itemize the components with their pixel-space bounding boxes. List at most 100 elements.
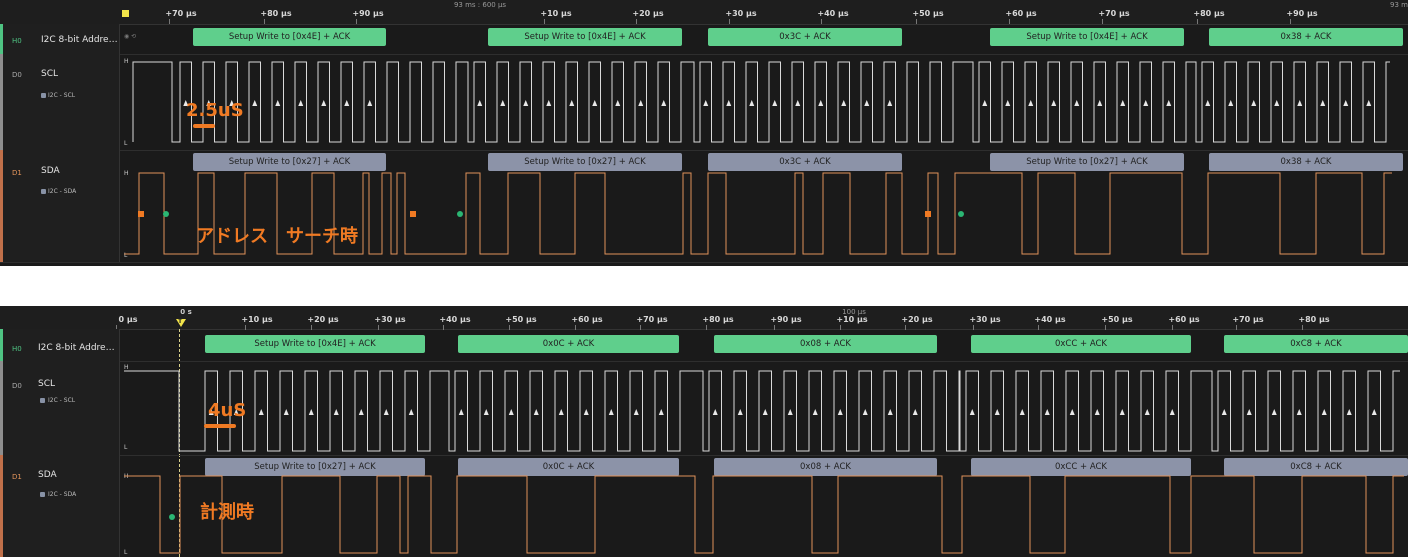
- sample-arrow-icon: [772, 100, 778, 106]
- sample-arrow-icon: [638, 100, 644, 106]
- decoded-frame-box[interactable]: 0x3C + ACK: [708, 28, 902, 46]
- channel-name: I2C 8-bit Addre…: [41, 35, 118, 45]
- sample-arrow-icon: [1366, 100, 1372, 106]
- tick-label: +20 µs: [901, 315, 933, 324]
- sample-arrow-icon: [523, 100, 529, 106]
- sample-arrow-icon: [787, 409, 793, 415]
- tick-label: 0 µs: [118, 315, 138, 324]
- sample-arrow-icon: [1144, 409, 1150, 415]
- scl-trace: [124, 370, 1400, 452]
- sample-arrow-icon: [1069, 409, 1075, 415]
- sample-arrow-icon: [1166, 100, 1172, 106]
- channel-label-h0[interactable]: H0 I2C 8-bit Addre…: [0, 24, 120, 54]
- decoded-frame-box[interactable]: 0xCC + ACK: [971, 335, 1191, 353]
- decoded-frame-box[interactable]: 0x38 + ACK: [1209, 28, 1403, 46]
- tick-label: +80 µs: [260, 9, 292, 18]
- sample-arrow-icon: [841, 100, 847, 106]
- sample-arrow-icon: [982, 100, 988, 106]
- sample-arrow-icon: [749, 100, 755, 106]
- analyzer-toggle-icon[interactable]: ◉ ⟲: [124, 33, 136, 40]
- start-condition-marker: [138, 211, 144, 217]
- tick-label: +90 µs: [1286, 9, 1318, 18]
- tick-label: +10 µs: [241, 315, 273, 324]
- decoded-frame-box[interactable]: Setup Write to [0x4E] + ACK: [488, 28, 682, 46]
- sample-arrow-icon: [1205, 100, 1211, 106]
- stop-condition-marker: [958, 211, 964, 217]
- stop-condition-marker: [169, 514, 175, 520]
- decoded-frame-box[interactable]: Setup Write to [0x4E] + ACK: [990, 28, 1184, 46]
- timeline-ruler[interactable]: 0 s 100 µs T 0 µs +10 µs +20 µs +30 µs +40 µ…: [0, 306, 1408, 330]
- sample-arrow-icon: [812, 409, 818, 415]
- tick-label: +20 µs: [632, 9, 664, 18]
- tick-label: +60 µs: [1168, 315, 1200, 324]
- sample-arrow-icon: [703, 100, 709, 106]
- decoded-frame-box[interactable]: 0xC8 + ACK: [1224, 335, 1408, 353]
- capture-panel-measurement: 0 s 100 µs T 0 µs +10 µs +20 µs +30 µs +40 µ…: [0, 306, 1408, 557]
- sample-arrow-icon: [592, 100, 598, 106]
- sample-arrow-icon: [408, 409, 414, 415]
- channel-color-stripe: [0, 329, 3, 361]
- channel-id: H0: [12, 37, 22, 45]
- tick-label: +70 µs: [165, 9, 197, 18]
- sample-arrow-icon: [608, 409, 614, 415]
- sample-arrow-icon: [1028, 100, 1034, 106]
- tick-label: +90 µs: [770, 315, 802, 324]
- sample-arrow-icon: [1097, 100, 1103, 106]
- sample-arrow-icon: [1074, 100, 1080, 106]
- sample-arrow-icon: [1274, 100, 1280, 106]
- channel-name: I2C 8-bit Addre…: [38, 343, 115, 353]
- zero-time-label: 0 s: [180, 308, 192, 316]
- tick-label: +60 µs: [1005, 9, 1037, 18]
- tick-label: +80 µs: [1193, 9, 1225, 18]
- sample-arrow-icon: [252, 100, 258, 106]
- tick-label: +10 µs: [836, 315, 868, 324]
- tick-label: +70 µs: [636, 315, 668, 324]
- sample-arrow-icon: [583, 409, 589, 415]
- sample-arrow-icon: [1271, 409, 1277, 415]
- image-separator: [0, 266, 1408, 306]
- sample-arrow-icon: [533, 409, 539, 415]
- sample-arrow-icon: [762, 409, 768, 415]
- tick-label: +30 µs: [725, 9, 757, 18]
- start-condition-marker: [410, 211, 416, 217]
- annotation-period-underline: [204, 424, 236, 428]
- sample-arrow-icon: [1019, 409, 1025, 415]
- tick-label: +50 µs: [1101, 315, 1133, 324]
- sample-arrow-icon: [275, 100, 281, 106]
- channel-row-h0: H0 I2C 8-bit Addre… ◉ ⟲ Setup Write to […: [0, 24, 1408, 55]
- sample-arrow-icon: [795, 100, 801, 106]
- annotation-mode: アドレス サーチ時: [196, 226, 358, 247]
- decoded-frame-box[interactable]: 0x08 + ACK: [714, 335, 937, 353]
- sample-arrow-icon: [1169, 409, 1175, 415]
- decoded-frame-box[interactable]: 0x0C + ACK: [458, 335, 679, 353]
- tick-label: +30 µs: [969, 315, 1001, 324]
- sda-trace: [124, 475, 1404, 554]
- sample-arrow-icon: [969, 409, 975, 415]
- center-time-label: 93 ms : 600 µs: [453, 1, 507, 9]
- trigger-marker-icon[interactable]: [122, 10, 129, 17]
- sample-arrow-icon: [864, 100, 870, 106]
- sample-arrow-icon: [308, 409, 314, 415]
- tick-label: +40 µs: [1034, 315, 1066, 324]
- decoded-frame-box[interactable]: Setup Write to [0x4E] + ACK: [205, 335, 425, 353]
- sample-arrow-icon: [344, 100, 350, 106]
- tick-label: +80 µs: [702, 315, 734, 324]
- right-edge-time-label: 93 m: [1390, 1, 1408, 9]
- sample-arrow-icon: [1296, 409, 1302, 415]
- timeline-ruler[interactable]: 93 ms : 600 µs 93 m +70 µs +80 µs +90 µs +1…: [0, 0, 1408, 25]
- sample-arrow-icon: [658, 409, 664, 415]
- sample-arrow-icon: [1371, 409, 1377, 415]
- channel-label-h0[interactable]: H0 I2C 8-bit Addre…: [0, 329, 120, 361]
- sample-arrow-icon: [569, 100, 575, 106]
- sample-arrow-icon: [1005, 100, 1011, 106]
- sample-arrow-icon: [912, 409, 918, 415]
- sample-arrow-icon: [558, 409, 564, 415]
- sample-arrow-icon: [1051, 100, 1057, 106]
- decoded-frame-box[interactable]: Setup Write to [0x4E] + ACK: [193, 28, 386, 46]
- sample-arrow-icon: [633, 409, 639, 415]
- sample-arrow-icon: [333, 409, 339, 415]
- sample-arrow-icon: [1119, 409, 1125, 415]
- sample-arrow-icon: [321, 100, 327, 106]
- tick-label: +10 µs: [540, 9, 572, 18]
- sample-arrow-icon: [1297, 100, 1303, 106]
